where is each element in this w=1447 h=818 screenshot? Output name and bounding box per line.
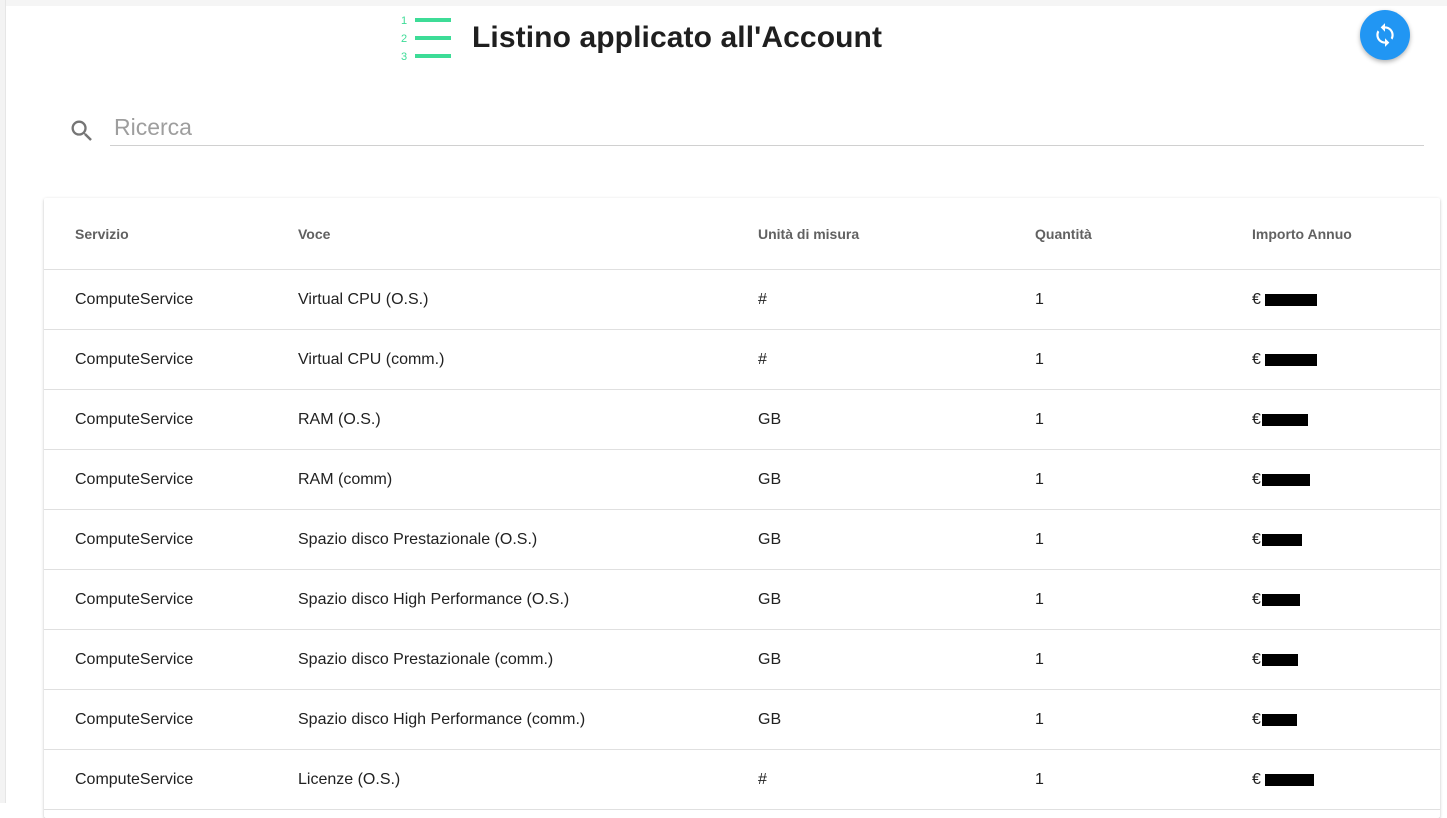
column-header-quantita[interactable]: Quantità (1035, 198, 1252, 270)
cell-voce: Virtual CPU (comm.) (298, 329, 758, 390)
table-row[interactable]: ComputeService Spazio disco Prestazional… (44, 509, 1440, 570)
left-panel-edge (0, 0, 6, 803)
table-row[interactable]: ComputeService Spazio disco High Perform… (44, 569, 1440, 630)
cell-voce: Spazio disco Prestazionale (comm.) (298, 629, 758, 690)
search-input[interactable] (110, 110, 1424, 146)
table-row[interactable]: ComputeService Spazio disco Prestazional… (44, 629, 1440, 690)
cell-importo: € (1252, 329, 1440, 390)
cell-importo: € (1252, 269, 1440, 330)
numbered-list-icon: 1 2 3 (401, 15, 451, 62)
cell-servizio: ComputeService (44, 449, 298, 510)
cell-unita: GB (758, 629, 1035, 690)
currency-symbol: € (1252, 650, 1261, 668)
cell-servizio: ComputeService (44, 689, 298, 750)
cell-unita: GB (758, 389, 1035, 450)
table-row[interactable]: ComputeService Licenze (O.S.) # 1 € (44, 749, 1440, 810)
cell-quantita: 1 (1035, 629, 1252, 690)
currency-symbol: € (1252, 590, 1261, 608)
cell-unita: # (758, 329, 1035, 390)
cell-unita: GB (758, 449, 1035, 510)
cell-quantita: 1 (1035, 389, 1252, 450)
column-header-unita[interactable]: Unità di misura (758, 198, 1035, 270)
currency-symbol: € (1252, 290, 1261, 308)
cell-servizio: ComputeService (44, 329, 298, 390)
cell-quantita: 1 (1035, 269, 1252, 330)
cell-voce: Spazio disco High Performance (O.S.) (298, 569, 758, 630)
cell-servizio: ComputeService (44, 509, 298, 570)
cell-unita: GB (758, 509, 1035, 570)
cell-quantita: 1 (1035, 449, 1252, 510)
cell-importo: € (1252, 389, 1440, 450)
redacted-amount (1264, 353, 1317, 366)
search-bar (66, 110, 1424, 146)
redacted-amount (1261, 593, 1300, 606)
cell-importo: € (1252, 449, 1440, 510)
cell-importo: € (1252, 689, 1440, 750)
cell-unita: # (758, 749, 1035, 810)
redacted-amount (1261, 413, 1308, 426)
cell-importo: € (1252, 629, 1440, 690)
table-row[interactable]: ComputeService Virtual CPU (O.S.) # 1 € (44, 269, 1440, 330)
price-list-table-card: Servizio Voce Unità di misura Quantità I… (44, 198, 1440, 818)
redacted-amount (1264, 773, 1314, 786)
table-row[interactable]: ComputeService RAM (O.S.) GB 1 € (44, 389, 1440, 450)
cell-unita: GB (758, 569, 1035, 630)
cell-voce: Spazio disco Prestazionale (O.S.) (298, 509, 758, 570)
currency-symbol: € (1252, 710, 1261, 728)
cell-voce: RAM (O.S.) (298, 389, 758, 450)
column-header-importo[interactable]: Importo Annuo (1252, 198, 1440, 270)
list-number: 1 (401, 15, 407, 27)
cell-voce: RAM (comm) (298, 449, 758, 510)
currency-symbol: € (1252, 470, 1261, 488)
cell-servizio: ComputeService (44, 389, 298, 450)
cell-quantita: 1 (1035, 329, 1252, 390)
currency-symbol: € (1252, 530, 1261, 548)
cell-quantita: 1 (1035, 509, 1252, 570)
redacted-amount (1261, 533, 1302, 546)
search-icon (71, 120, 92, 141)
table-row[interactable]: ComputeService RAM (comm) GB 1 € (44, 449, 1440, 510)
currency-symbol: € (1252, 770, 1261, 788)
list-number: 2 (401, 33, 407, 45)
cell-importo: € (1252, 569, 1440, 630)
refresh-button[interactable] (1360, 10, 1410, 60)
cell-servizio: ComputeService (44, 269, 298, 330)
cell-unita: # (758, 269, 1035, 330)
table-row[interactable]: ComputeService Spazio disco High Perform… (44, 689, 1440, 750)
table-header-row: Servizio Voce Unità di misura Quantità I… (44, 198, 1440, 270)
redacted-amount (1264, 293, 1317, 306)
cell-voce: Spazio disco High Performance (comm.) (298, 689, 758, 750)
redacted-amount (1261, 473, 1310, 486)
cell-servizio: ComputeService (44, 749, 298, 810)
cell-quantita: 1 (1035, 569, 1252, 630)
table-row[interactable]: ComputeService Virtual CPU (comm.) # 1 € (44, 329, 1440, 390)
currency-symbol: € (1252, 410, 1261, 428)
redacted-amount (1261, 713, 1297, 726)
cell-importo: € (1252, 749, 1440, 810)
cell-servizio: ComputeService (44, 569, 298, 630)
cell-servizio: ComputeService (44, 629, 298, 690)
cell-voce: Licenze (O.S.) (298, 749, 758, 810)
column-header-servizio[interactable]: Servizio (44, 198, 298, 270)
cell-unita: GB (758, 689, 1035, 750)
redacted-amount (1261, 653, 1298, 666)
cell-voce: Virtual CPU (O.S.) (298, 269, 758, 330)
currency-symbol: € (1252, 350, 1261, 368)
cell-importo: € (1252, 509, 1440, 570)
top-strip (0, 0, 1447, 6)
list-number: 3 (401, 51, 407, 62)
cell-quantita: 1 (1035, 689, 1252, 750)
page-title: Listino applicato all'Account (472, 21, 883, 54)
page-header: 1 2 3 Listino applicato all'Account (400, 14, 882, 62)
refresh-icon (1376, 23, 1394, 47)
price-list-table: Servizio Voce Unità di misura Quantità I… (44, 198, 1440, 810)
cell-quantita: 1 (1035, 749, 1252, 810)
column-header-voce[interactable]: Voce (298, 198, 758, 270)
